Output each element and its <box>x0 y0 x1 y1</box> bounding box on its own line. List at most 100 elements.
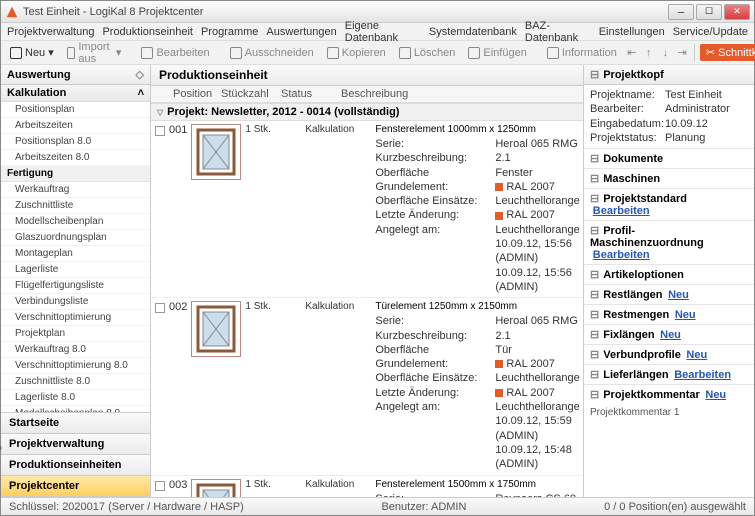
tree-item[interactable]: Zuschnittliste <box>1 198 150 214</box>
tree-item[interactable]: Werkauftrag 8.0 <box>1 342 150 358</box>
left-panel: Auswertung ◇ Kalkulation ˄ Positionsplan… <box>1 65 151 497</box>
tree-item[interactable]: Verschnittoptimierung 8.0 <box>1 358 150 374</box>
section-icon: ⊟ <box>590 225 599 237</box>
kopieren-button[interactable]: Kopieren <box>322 45 391 61</box>
col-beschreibung[interactable]: Beschreibung <box>337 88 579 100</box>
maximize-button[interactable]: ☐ <box>696 4 722 20</box>
section-projektkommentar: ⊟Projektkommentar Neu <box>584 384 754 404</box>
tree-item[interactable]: Verbindungsliste <box>1 294 150 310</box>
stueckzahl: 1 Stk. <box>245 301 305 471</box>
minimize-button[interactable]: ─ <box>668 4 694 20</box>
field-label: Projektname: <box>590 88 665 102</box>
position-thumbnail <box>191 479 241 497</box>
tree-item[interactable]: Flügelfertigungsliste <box>1 278 150 294</box>
color-swatch <box>495 212 503 220</box>
position-thumbnail <box>191 124 241 180</box>
section-icon: ⊟ <box>590 269 599 281</box>
section-icon: ⊟ <box>590 349 599 361</box>
neu-button[interactable]: Neu ▾ <box>5 44 59 61</box>
col-stueckzahl[interactable]: Stückzahl <box>217 88 277 100</box>
section-link[interactable]: Neu <box>660 329 681 341</box>
chevron-up-icon: ˄ <box>138 87 144 99</box>
section-restmengen: ⊟Restmengen Neu <box>584 304 754 324</box>
section-restlängen: ⊟Restlängen Neu <box>584 284 754 304</box>
position-list[interactable]: ▽Projekt: Newsletter, 2012 - 0014 (volls… <box>151 103 583 497</box>
tree-item[interactable]: Werkauftrag <box>1 182 150 198</box>
menu-programme[interactable]: Programme <box>201 26 258 38</box>
center-header: Produktionseinheit <box>151 65 583 86</box>
import-button[interactable]: Import aus ▾ <box>62 39 127 67</box>
menu-produktionseinheit[interactable]: Produktionseinheit <box>102 26 193 38</box>
tree-item[interactable]: Montageplan <box>1 246 150 262</box>
section-fixlängen: ⊟Fixlängen Neu <box>584 324 754 344</box>
tree-item[interactable]: Zuschnittliste 8.0 <box>1 374 150 390</box>
nav-tab-produktionseinheiten[interactable]: Produktionseinheiten <box>1 455 150 476</box>
collapse-icon[interactable]: ⊟ <box>590 68 599 81</box>
ausschneiden-button[interactable]: Ausschneiden <box>225 45 319 61</box>
menu-baz-datenbank[interactable]: BAZ-Datenbank <box>525 20 591 44</box>
field-label: Bearbeiter: <box>590 102 665 116</box>
menu-eigene-datenbank[interactable]: Eigene Datenbank <box>345 20 421 44</box>
menu-auswertungen[interactable]: Auswertungen <box>266 26 336 38</box>
tree-item[interactable]: Projektplan <box>1 326 150 342</box>
nav-tab-startseite[interactable]: Startseite <box>1 413 150 434</box>
toolbar: Neu ▾ Import aus ▾ Bearbeiten Ausschneid… <box>1 41 754 65</box>
row-checkbox[interactable] <box>155 126 165 136</box>
category-fertigung[interactable]: Fertigung <box>1 166 150 182</box>
window-title: Test Einheit - LogiKal 8 Projektcenter <box>23 6 668 18</box>
section-link[interactable]: Neu <box>705 389 726 401</box>
field-label: Eingabedatum: <box>590 117 665 131</box>
section-icon: ⊟ <box>590 389 599 401</box>
close-button[interactable]: ✕ <box>724 4 750 20</box>
row-checkbox[interactable] <box>155 481 165 491</box>
nav-tab-projektcenter[interactable]: Projektcenter <box>1 476 150 497</box>
tree-item[interactable]: Modellscheibenplan <box>1 214 150 230</box>
position-number: 001 <box>169 124 187 294</box>
menu-projektverwaltung[interactable]: Projektverwaltung <box>7 26 94 38</box>
position-row[interactable]: 0021 Stk.KalkulationTürelement 1250mm x … <box>151 298 583 475</box>
move-first-button[interactable]: ⇤ <box>625 44 639 62</box>
section-link[interactable]: Bearbeiten <box>674 369 731 381</box>
grid-header: Position Stückzahl Status Beschreibung <box>151 86 583 103</box>
einfuegen-button[interactable]: Einfügen <box>463 45 531 61</box>
move-up-button[interactable]: ↑ <box>642 44 656 62</box>
collapse-icon[interactable]: ◇ <box>136 68 144 81</box>
section-link[interactable]: Neu <box>668 289 689 301</box>
section-link[interactable]: Neu <box>675 309 696 321</box>
status: Kalkulation <box>305 479 375 497</box>
app-icon <box>5 5 19 19</box>
tree-item[interactable]: Positionsplan <box>1 102 150 118</box>
tree-item[interactable]: Lagerliste <box>1 262 150 278</box>
field-label: Projektstatus: <box>590 131 665 145</box>
section-projektstandard: ⊟Projektstandard Bearbeiten <box>584 188 754 220</box>
section-link[interactable]: Neu <box>686 349 707 361</box>
section-profil-maschinenzuordnung: ⊟Profil-Maschinenzuordnung Bearbeiten <box>584 220 754 264</box>
center-panel: Produktionseinheit Position Stückzahl St… <box>151 65 584 497</box>
tree-item[interactable]: Lagerliste 8.0 <box>1 390 150 406</box>
col-status[interactable]: Status <box>277 88 337 100</box>
tree-item[interactable]: Arbeitszeiten 8.0 <box>1 150 150 166</box>
col-position[interactable]: Position <box>169 88 217 100</box>
stueckzahl: 1 Stk. <box>245 124 305 294</box>
project-header[interactable]: ▽Projekt: Newsletter, 2012 - 0014 (volls… <box>151 103 583 121</box>
schnittkonstruktion-button[interactable]: ✂Schnittkonstruktion <box>700 44 755 61</box>
row-checkbox[interactable] <box>155 303 165 313</box>
tree-item[interactable]: Positionsplan 8.0 <box>1 134 150 150</box>
nav-tab-projektverwaltung[interactable]: Projektverwaltung <box>1 434 150 455</box>
app-logo-vertical: LogiKal 8 <box>0 412 2 466</box>
position-row[interactable]: 0011 Stk.KalkulationFensterelement 1000m… <box>151 121 583 298</box>
info-button[interactable]: Information <box>542 45 622 61</box>
tree-item[interactable]: Glaszuordnungsplan <box>1 230 150 246</box>
section-link[interactable]: Bearbeiten <box>593 249 650 261</box>
tree-item[interactable]: Verschnittoptimierung <box>1 310 150 326</box>
loeschen-button[interactable]: Löschen <box>394 45 461 61</box>
position-row[interactable]: 0031 Stk.KalkulationFensterelement 1500m… <box>151 476 583 497</box>
tree-item[interactable]: Arbeitszeiten <box>1 118 150 134</box>
section-link[interactable]: Bearbeiten <box>593 205 650 217</box>
statusbar: Schlüssel: 2020017 (Server / Hardware / … <box>1 497 754 515</box>
menu-systemdatenbank[interactable]: Systemdatenbank <box>429 26 517 38</box>
bearbeiten-button[interactable]: Bearbeiten <box>136 45 214 61</box>
left-subheader[interactable]: Kalkulation ˄ <box>1 85 150 102</box>
move-down-button[interactable]: ↓ <box>659 44 673 62</box>
move-last-button[interactable]: ⇥ <box>675 44 689 62</box>
